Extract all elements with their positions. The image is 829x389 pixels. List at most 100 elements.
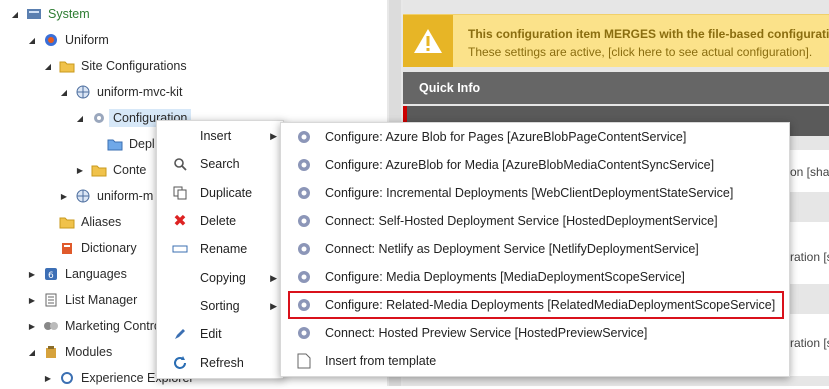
submenu-item-label: Connect: Hosted Preview Service [HostedP…	[325, 326, 648, 340]
refresh-icon	[171, 354, 189, 372]
tree-node-aliases[interactable]: Aliases	[43, 211, 121, 233]
submenu-item-related-media-deployments[interactable]: Configure: Related-Media Deployments [Re…	[288, 291, 784, 319]
gears-icon	[295, 212, 313, 230]
submenu-item-netlify-deployment[interactable]: Connect: Netlify as Deployment Service […	[281, 235, 789, 263]
menu-item-delete[interactable]: ✖ Delete	[157, 208, 283, 234]
menu-item-search[interactable]: Search	[157, 151, 283, 177]
field-fragment-2: ration [s	[790, 250, 829, 264]
submenu-item-label: Configure: AzureBlob for Media [AzureBlo…	[325, 158, 715, 172]
delete-icon: ✖	[173, 213, 187, 230]
collapse-toggle-icon[interactable]: ◢	[59, 88, 69, 97]
gear-link-icon	[91, 110, 107, 126]
tree-node-modules[interactable]: ◢ Modules	[27, 341, 112, 363]
warning-link[interactable]: These settings are active, [click here t…	[468, 45, 812, 59]
submenu-item-hosted-preview[interactable]: Connect: Hosted Preview Service [HostedP…	[281, 319, 789, 347]
list-icon	[43, 292, 59, 308]
merge-warning-banner: This configuration item MERGES with the …	[403, 14, 829, 67]
duplicate-icon	[171, 184, 189, 202]
gears-icon	[295, 156, 313, 174]
menu-item-copying[interactable]: Copying ▶	[157, 265, 283, 291]
menu-item-label: Insert	[200, 129, 232, 143]
tree-node-dictionary[interactable]: Dictionary	[43, 237, 137, 259]
tree-label: System	[48, 7, 90, 21]
warning-title: This configuration item MERGES with the …	[468, 27, 829, 41]
collapse-toggle-icon[interactable]: ◢	[75, 114, 85, 123]
marketing-icon	[43, 318, 59, 334]
globe-icon	[75, 84, 91, 100]
menu-item-rename[interactable]: Rename	[157, 236, 283, 262]
tree-label: Aliases	[81, 215, 122, 229]
tree-node-list-manager[interactable]: ▶ List Manager	[27, 289, 137, 311]
submenu-item-azure-blob-pages[interactable]: Configure: Azure Blob for Pages [AzureBl…	[281, 123, 789, 151]
collapse-toggle-icon[interactable]: ◢	[27, 36, 37, 45]
warning-icon	[403, 15, 453, 67]
submenu-item-label: Connect: Self-Hosted Deployment Service …	[325, 214, 718, 228]
tree-node-site-configurations[interactable]: ◢ Site Configurations	[43, 55, 187, 77]
submenu-item-incremental-deployments[interactable]: Configure: Incremental Deployments [WebC…	[281, 179, 789, 207]
gears-icon	[295, 296, 313, 314]
insert-submenu: Configure: Azure Blob for Pages [AzureBl…	[280, 122, 790, 377]
expand-toggle-icon[interactable]: ▶	[75, 166, 85, 175]
tree-label: List Manager	[65, 293, 138, 307]
expand-toggle-icon[interactable]: ▶	[59, 192, 69, 201]
tree-node-uniform-mvc-kit[interactable]: ◢ uniform-mvc-kit	[59, 81, 183, 103]
context-menu: Insert ▶ Search Duplicate ✖ Delete Renam…	[156, 120, 284, 379]
expand-toggle-icon[interactable]: ▶	[27, 322, 37, 331]
menu-item-duplicate[interactable]: Duplicate	[157, 180, 283, 206]
submenu-item-label: Configure: Related-Media Deployments [Re…	[325, 298, 776, 312]
tree-node-deployment[interactable]: Depl	[107, 133, 155, 155]
submenu-arrow-icon: ▶	[270, 300, 277, 311]
folder-icon	[91, 162, 107, 178]
quick-info-header[interactable]: Quick Info	[403, 72, 829, 104]
tree-node-system[interactable]: ◢ System	[10, 3, 90, 25]
folder-icon	[59, 214, 75, 230]
menu-item-label: Edit	[200, 327, 222, 341]
menu-item-label: Duplicate	[200, 186, 253, 200]
submenu-item-azure-blob-media[interactable]: Configure: AzureBlob for Media [AzureBlo…	[281, 151, 789, 179]
submenu-item-label: Configure: Azure Blob for Pages [AzureBl…	[325, 130, 687, 144]
submenu-item-label: Configure: Media Deployments [MediaDeplo…	[325, 270, 685, 284]
explorer-icon	[59, 370, 75, 386]
tree-label: Site Configurations	[81, 59, 187, 73]
tree-label: Modules	[65, 345, 113, 359]
menu-item-edit[interactable]: Edit	[157, 321, 283, 347]
expand-toggle-icon[interactable]: ▶	[27, 296, 37, 305]
gears-icon	[295, 240, 313, 258]
tree-node-uniform-m[interactable]: ▶ uniform-m	[59, 185, 153, 207]
menu-item-label: Delete	[200, 214, 237, 228]
svg-text:6: 6	[48, 271, 54, 281]
tree-node-uniform[interactable]: ◢ Uniform	[27, 29, 109, 51]
submenu-item-self-hosted-deployment[interactable]: Connect: Self-Hosted Deployment Service …	[281, 207, 789, 235]
tree-node-marketing-control[interactable]: ▶ Marketing Contro	[27, 315, 161, 337]
expand-toggle-icon[interactable]: ▶	[27, 270, 37, 279]
search-icon	[171, 155, 189, 173]
menu-item-refresh[interactable]: Refresh	[157, 350, 283, 376]
gears-icon	[295, 128, 313, 146]
rename-icon	[171, 240, 189, 258]
gears-icon	[295, 268, 313, 286]
tree-label: uniform-m	[97, 189, 154, 203]
menu-item-label: Sorting	[200, 299, 240, 313]
gears-icon	[295, 324, 313, 342]
quick-info-label: Quick Info	[419, 81, 481, 95]
tree-node-content[interactable]: ▶ Conte	[75, 159, 146, 181]
menu-item-label: Refresh	[200, 356, 244, 370]
submenu-item-insert-from-template[interactable]: Insert from template	[281, 347, 789, 375]
uniform-logo-icon	[43, 32, 59, 48]
gears-icon	[295, 184, 313, 202]
collapse-toggle-icon[interactable]: ◢	[27, 348, 37, 357]
submenu-item-label: Insert from template	[325, 354, 437, 368]
expand-toggle-icon[interactable]: ▶	[43, 374, 53, 383]
menu-item-insert[interactable]: Insert ▶	[157, 123, 283, 149]
tree-node-languages[interactable]: ▶ 6 Languages	[27, 263, 127, 285]
book-icon	[59, 240, 75, 256]
field-fragment-1: on [sha	[790, 165, 829, 179]
collapse-toggle-icon[interactable]: ◢	[10, 10, 20, 19]
menu-item-sorting[interactable]: Sorting ▶	[157, 293, 283, 319]
modules-icon	[43, 344, 59, 360]
tree-label: Conte	[113, 163, 147, 177]
submenu-item-media-deployments[interactable]: Configure: Media Deployments [MediaDeplo…	[281, 263, 789, 291]
submenu-arrow-icon: ▶	[270, 130, 277, 141]
collapse-toggle-icon[interactable]: ◢	[43, 62, 53, 71]
folder-icon	[59, 58, 75, 74]
